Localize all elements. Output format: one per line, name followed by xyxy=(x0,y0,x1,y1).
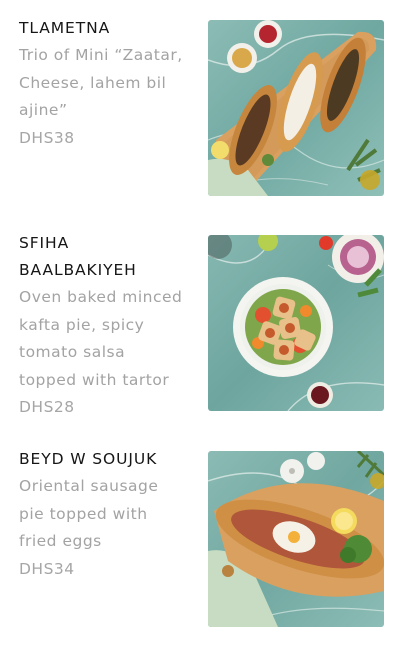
item-name: SFIHA BAALBAKIYEH xyxy=(19,234,137,279)
menu-item-text: SFIHA BAALBAKIYEH Oven baked minced kaft… xyxy=(19,230,201,422)
menu-item-text: BEYD W SOUJUK Oriental sausage pie toppe… xyxy=(19,446,201,583)
item-photo[interactable] xyxy=(208,20,384,196)
item-description: Trio of Mini “Zaatar, Cheese, lahem bil … xyxy=(19,46,183,119)
menu-item-beyd-w-soujuk[interactable]: BEYD W SOUJUK Oriental sausage pie toppe… xyxy=(0,449,400,631)
item-name: BEYD W SOUJUK xyxy=(19,450,158,468)
item-price: DHS28 xyxy=(19,398,75,416)
menu-item-sfiha-baalbakiyeh[interactable]: SFIHA BAALBAKIYEH Oven baked minced kaft… xyxy=(0,233,400,416)
beyd-w-soujuk-dish-image xyxy=(208,451,384,627)
item-price: DHS38 xyxy=(19,128,75,147)
item-description: Oriental sausage pie topped with fried e… xyxy=(19,477,159,550)
item-price: DHS34 xyxy=(19,559,75,578)
menu-item-tlametna[interactable]: TLAMETNA Trio of Mini “Zaatar, Cheese, l… xyxy=(0,18,400,198)
sfiha-dish-image xyxy=(208,235,384,411)
tlametna-dish-image xyxy=(208,20,384,196)
menu-item-text: TLAMETNA Trio of Mini “Zaatar, Cheese, l… xyxy=(19,15,201,152)
item-name: TLAMETNA xyxy=(19,19,111,37)
item-photo[interactable] xyxy=(208,235,384,411)
item-photo[interactable] xyxy=(208,451,384,627)
item-description: Oven baked minced kafta pie, spicy tomat… xyxy=(19,288,183,389)
